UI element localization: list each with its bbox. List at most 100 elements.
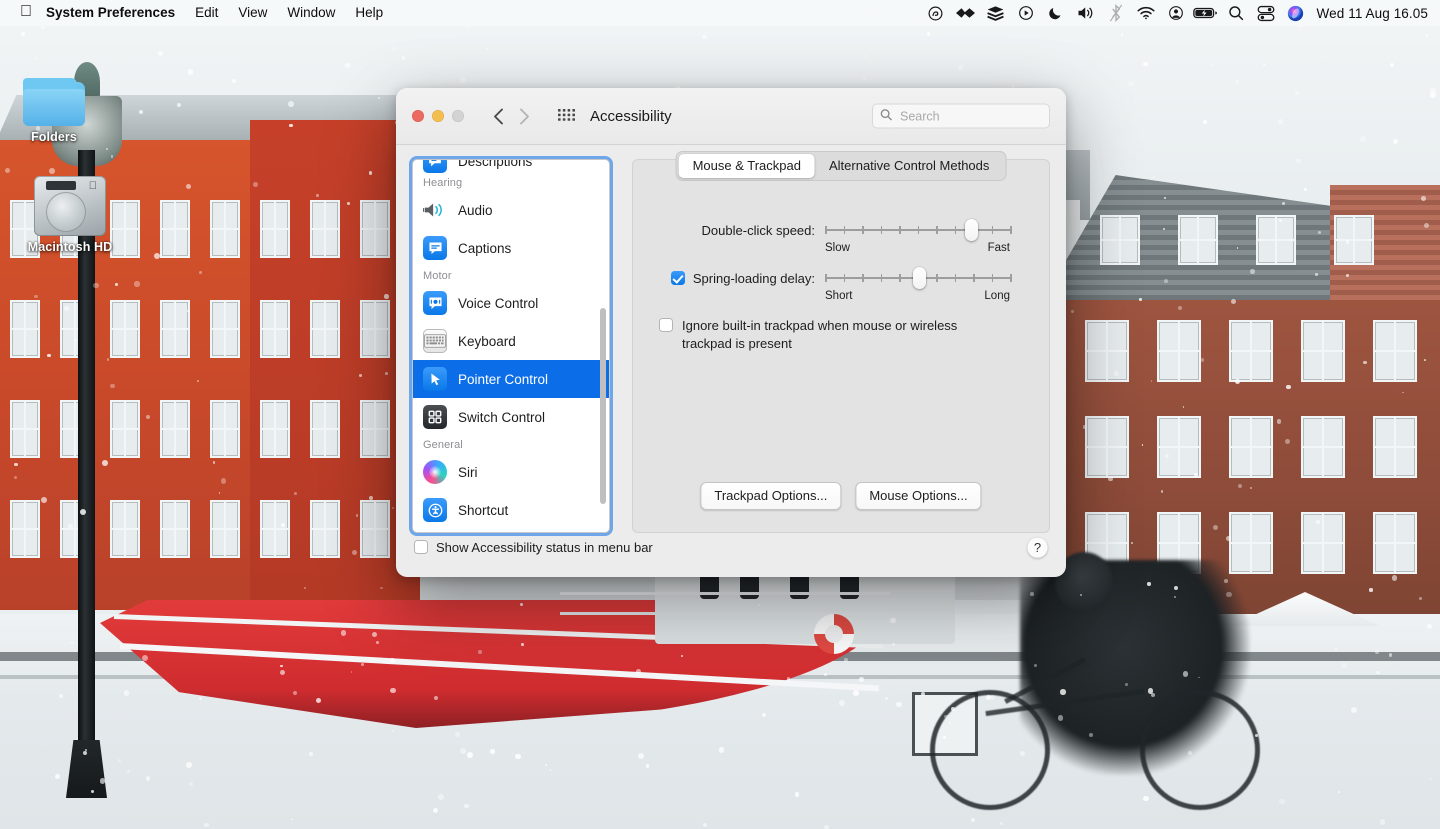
wifi-icon[interactable] (1131, 0, 1161, 26)
window-body: Descriptions Hearing Audio Captions Moto… (396, 145, 1066, 533)
window-footer: Show Accessibility status in menu bar ? (396, 517, 1066, 577)
user-account-icon[interactable] (1161, 0, 1191, 26)
snowflake (1152, 175, 1155, 178)
battery-charging-icon[interactable] (1191, 0, 1221, 26)
snowflake (1147, 688, 1153, 694)
snowflake (1278, 218, 1282, 222)
sidebar-item-switch-control[interactable]: Switch Control (413, 398, 609, 436)
ignore-trackpad-label: Ignore built-in trackpad when mouse or w… (682, 318, 958, 351)
mouse-options-button[interactable]: Mouse Options... (855, 482, 982, 510)
dropbox-icon[interactable] (951, 0, 981, 26)
menu-item-window[interactable]: Window (277, 0, 345, 26)
snowflake (1237, 484, 1242, 489)
navigation-buttons (490, 106, 532, 126)
double-click-speed-slider[interactable] (825, 219, 1012, 241)
tab-alternative-control-methods[interactable]: Alternative Control Methods (815, 154, 1003, 178)
close-button[interactable] (412, 110, 424, 122)
sidebar-item-keyboard[interactable]: Keyboard (413, 322, 609, 360)
sidebar-item-audio[interactable]: Audio (413, 191, 609, 229)
back-chevron-icon[interactable] (490, 106, 506, 126)
snowflake (1286, 384, 1291, 390)
snowflake (1388, 653, 1392, 657)
snowflake (347, 202, 351, 205)
slider-thumb[interactable] (964, 219, 978, 241)
menu-bar-app-menus:  System Preferences Edit View Window He… (0, 0, 393, 26)
snowflake (1379, 819, 1386, 825)
ignore-trackpad-checkbox[interactable] (659, 318, 673, 332)
wallpaper-window (110, 500, 140, 558)
accessibility-sidebar[interactable]: Descriptions Hearing Audio Captions Moto… (412, 159, 610, 533)
slider-thumb[interactable] (912, 267, 926, 289)
backup-icon[interactable] (981, 0, 1011, 26)
search-input[interactable] (898, 108, 1042, 124)
desktop-icon-macintosh-hd[interactable]:  Macintosh HD (22, 176, 118, 254)
slider-tick (917, 226, 920, 234)
minimize-button[interactable] (432, 110, 444, 122)
snowflake (351, 549, 357, 555)
show-status-checkbox[interactable] (414, 540, 428, 554)
wallpaper-window (10, 500, 40, 558)
control-center-icon[interactable] (1251, 0, 1281, 26)
sidebar-item-captions[interactable]: Captions (413, 229, 609, 267)
search-spotlight-icon[interactable] (1221, 0, 1251, 26)
wallpaper-window (210, 200, 240, 258)
search-field[interactable] (872, 103, 1050, 129)
help-button[interactable]: ? (1027, 536, 1048, 558)
snowflake (884, 696, 888, 700)
search-icon (880, 107, 892, 125)
snowflake (637, 753, 644, 759)
menu-item-system-preferences[interactable]: System Preferences (44, 0, 185, 26)
sidebar-item-siri[interactable]: Siri (413, 453, 609, 491)
menu-item-help[interactable]: Help (345, 0, 393, 26)
double-click-speed-label: Double-click speed: (701, 222, 815, 238)
wallpaper-window (10, 300, 40, 358)
menu-item-edit[interactable]: Edit (185, 0, 228, 26)
bluetooth-off-icon[interactable] (1101, 0, 1131, 26)
sidebar-group-header-motor: Motor (423, 270, 452, 282)
slider-tick (825, 226, 827, 234)
spring-loading-checkbox[interactable] (670, 271, 685, 285)
snowflake (859, 677, 864, 682)
wallpaper-window (360, 500, 390, 558)
sidebar-item-pointer-control[interactable]: Pointer Control (413, 360, 609, 398)
snowflake (890, 617, 896, 624)
tab-mouse-trackpad[interactable]: Mouse & Trackpad (678, 154, 815, 178)
wallpaper-boat-rail (560, 592, 890, 595)
do-not-disturb-moon-icon[interactable] (1041, 0, 1071, 26)
snowflake (1033, 663, 1037, 668)
creative-cloud-icon[interactable] (921, 0, 951, 26)
snowflake (1057, 715, 1064, 721)
snowflake (1360, 135, 1367, 142)
play-circle-icon[interactable] (1011, 0, 1041, 26)
menu-bar-clock[interactable]: Wed 11 Aug 16.05 (1311, 6, 1428, 21)
snowflake (1338, 790, 1340, 793)
siri-icon[interactable] (1281, 0, 1311, 26)
snowflake (176, 102, 181, 107)
zoom-button[interactable] (452, 110, 464, 122)
snowflake (839, 700, 845, 706)
wallpaper-window (310, 200, 340, 258)
volume-icon[interactable] (1071, 0, 1101, 26)
sidebar-item-label: Audio (458, 202, 493, 218)
spring-loading-delay-slider[interactable] (825, 267, 1012, 289)
show-status-in-menu-bar-row[interactable]: Show Accessibility status in menu bar (414, 540, 653, 555)
snowflake (1082, 425, 1086, 429)
ignore-trackpad-row[interactable]: Ignore built-in trackpad when mouse or w… (659, 317, 989, 352)
apple-logo-icon[interactable]:  (14, 0, 44, 25)
snowflake (1130, 542, 1133, 545)
forward-chevron-icon[interactable] (516, 106, 532, 126)
sidebar-item-voice-control[interactable]: Voice Control (413, 284, 609, 322)
sidebar-item-descriptions[interactable]: Descriptions (413, 160, 609, 174)
trackpad-options-button[interactable]: Trackpad Options... (700, 482, 842, 510)
menu-item-view[interactable]: View (228, 0, 277, 26)
snowflake (280, 664, 283, 668)
sidebar-scrollbar[interactable] (600, 308, 606, 504)
snowflake (385, 372, 389, 375)
tab-bar: Mouse & Trackpad Alternative Control Met… (675, 151, 1007, 181)
wallpaper-bicycle-wheel (1140, 690, 1260, 810)
show-all-grid-icon[interactable] (556, 106, 576, 126)
snowflake (1391, 575, 1398, 581)
snowflake (1108, 477, 1113, 482)
desktop-icon-folders[interactable]: Folders (6, 78, 102, 144)
snowflake (1235, 80, 1239, 83)
